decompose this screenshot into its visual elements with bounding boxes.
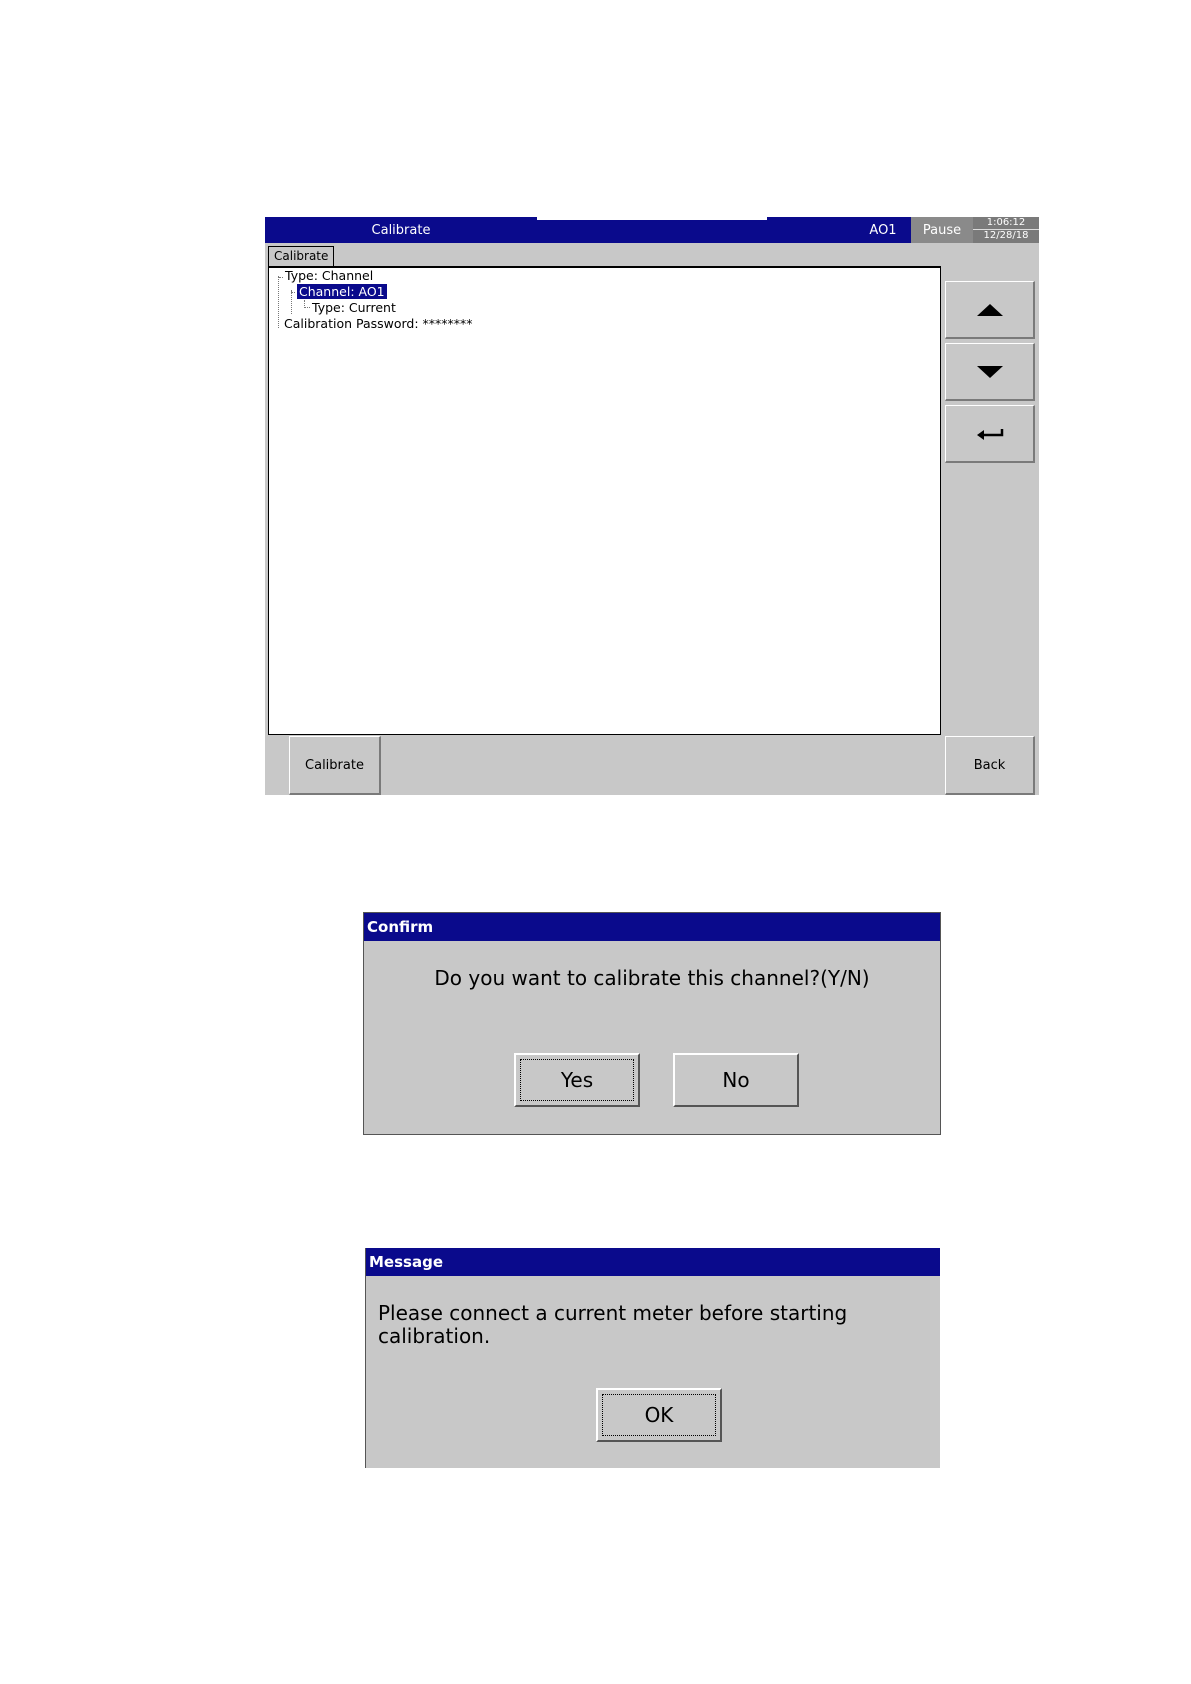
dialog-title: Confirm <box>364 913 940 941</box>
dialog-message: Please connect a current meter before st… <box>378 1301 848 1348</box>
enter-icon <box>976 428 1003 440</box>
ok-button-label: OK <box>644 1403 674 1427</box>
title-left: Calibrate <box>265 217 537 243</box>
arrow-up-icon <box>976 303 1003 316</box>
clock-date: 12/28/18 <box>983 230 1029 241</box>
calibrate-screen: Calibrate AO1 Pause 1:06:12 12/28/18 Cal… <box>265 217 1039 795</box>
tab-calibrate[interactable]: Calibrate <box>268 246 335 266</box>
tree-connector <box>291 290 292 314</box>
calibrate-button[interactable]: Calibrate <box>289 736 381 795</box>
tree-item-label: Type: Current <box>312 300 396 315</box>
back-button[interactable]: Back <box>945 736 1035 795</box>
tree-connector <box>278 276 279 328</box>
title-middle-bar <box>537 217 767 243</box>
ok-button[interactable]: OK <box>596 1388 722 1442</box>
dialog-title: Message <box>366 1248 940 1276</box>
clock-time: 1:06:12 <box>986 217 1026 228</box>
dialog-message: Do you want to calibrate this channel?(Y… <box>434 966 870 990</box>
tree-item-output-type[interactable]: Type: Current <box>312 300 396 316</box>
scroll-up-button[interactable] <box>945 281 1035 339</box>
no-button[interactable]: No <box>673 1053 799 1107</box>
confirm-dialog: Confirm Do you want to calibrate this ch… <box>363 912 941 1135</box>
message-dialog: Message Please connect a current meter b… <box>365 1248 940 1468</box>
tree-connector <box>304 300 305 308</box>
tree-item-label: Type: Channel <box>285 268 374 283</box>
tree-item-label: Calibration Password: ******** <box>284 316 473 331</box>
arrow-down-icon <box>976 365 1003 378</box>
no-button-label: No <box>722 1068 750 1092</box>
tree-item-label: Channel: AO1 <box>297 284 387 299</box>
tree-item-channel[interactable]: Channel: AO1 <box>297 284 387 300</box>
tree-connector <box>305 307 310 308</box>
yes-button[interactable]: Yes <box>514 1053 640 1107</box>
tree-item-type[interactable]: Type: Channel <box>285 268 373 284</box>
enter-button[interactable] <box>945 405 1035 463</box>
pause-button[interactable]: Pause <box>911 217 973 243</box>
bottom-bar <box>265 736 1039 795</box>
tree-item-password[interactable]: Calibration Password: ******** <box>284 316 473 332</box>
yes-button-label: Yes <box>560 1068 594 1092</box>
tab-strip: Calibrate <box>268 246 941 267</box>
tree-connector <box>291 292 295 293</box>
scroll-down-button[interactable] <box>945 343 1035 401</box>
clock: 1:06:12 12/28/18 <box>973 217 1039 243</box>
settings-tree: Type: Channel Channel: AO1 Type: Current… <box>268 267 941 735</box>
tree-connector <box>279 277 283 278</box>
title-notch <box>537 217 767 220</box>
